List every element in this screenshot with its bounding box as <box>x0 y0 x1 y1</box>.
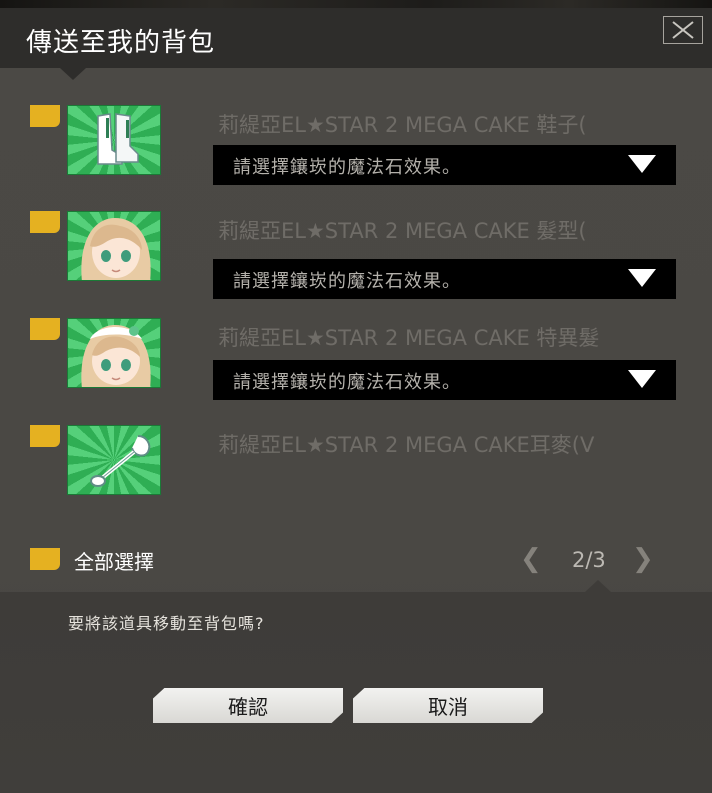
hairstyle-icon <box>67 211 161 281</box>
item-checkbox[interactable] <box>30 318 60 340</box>
confirm-button[interactable]: 確認 <box>153 688 343 723</box>
select-all-checkbox[interactable] <box>30 548 60 570</box>
boots-icon <box>67 105 161 175</box>
cancel-button[interactable]: 取消 <box>353 688 543 723</box>
magic-stone-select[interactable]: 請選擇鑲崁的魔法石效果。 <box>213 259 676 299</box>
prev-page-icon[interactable]: ❮ <box>520 544 542 574</box>
select-placeholder: 請選擇鑲崁的魔法石效果。 <box>233 372 461 393</box>
item-name: 莉緹亞EL★STAR 2 MEGA CAKE 髮型( <box>218 219 587 243</box>
close-icon <box>672 21 694 39</box>
pagination: ❮ 2/3 ❯ <box>520 544 670 574</box>
list-item: 莉緹亞EL★STAR 2 MEGA CAKE耳麥(V <box>0 425 712 515</box>
dropdown-arrow-icon <box>628 155 656 173</box>
dropdown-arrow-icon <box>628 269 656 287</box>
dropdown-arrow-icon <box>628 370 656 388</box>
confirm-panel: 要將該道具移動至背包嗎? 確認 取消 <box>0 592 712 793</box>
list-item: 莉緹亞EL★STAR 2 MEGA CAKE 特異髮 請選擇鑲崁的魔法石效果。 <box>0 318 712 408</box>
send-to-backpack-dialog: 傳送至我的背包 莉緹亞EL★STAR 2 MEGA CAKE 鞋子( 請選擇鑲崁… <box>0 8 712 793</box>
close-button[interactable] <box>663 16 703 44</box>
magic-stone-select[interactable]: 請選擇鑲崁的魔法石效果。 <box>213 360 676 400</box>
select-placeholder: 請選擇鑲崁的魔法石效果。 <box>233 157 461 178</box>
item-checkbox[interactable] <box>30 105 60 127</box>
list-item: 莉緹亞EL★STAR 2 MEGA CAKE 髮型( 請選擇鑲崁的魔法石效果。 <box>0 211 712 301</box>
title-bar: 傳送至我的背包 <box>0 8 712 68</box>
item-name: 莉緹亞EL★STAR 2 MEGA CAKE耳麥(V <box>218 433 595 457</box>
dialog-title: 傳送至我的背包 <box>26 28 216 58</box>
next-page-icon[interactable]: ❯ <box>632 544 654 574</box>
item-name: 莉緹亞EL★STAR 2 MEGA CAKE 特異髮 <box>218 326 600 350</box>
confirm-question: 要將該道具移動至背包嗎? <box>68 614 265 633</box>
section-notch <box>585 580 611 592</box>
item-name: 莉緹亞EL★STAR 2 MEGA CAKE 鞋子( <box>218 113 587 137</box>
headset-icon <box>67 425 161 495</box>
magic-stone-select[interactable]: 請選擇鑲崁的魔法石效果。 <box>213 145 676 185</box>
list-item: 莉緹亞EL★STAR 2 MEGA CAKE 鞋子( 請選擇鑲崁的魔法石效果。 <box>0 105 712 195</box>
item-checkbox[interactable] <box>30 425 60 447</box>
select-all-label: 全部選擇 <box>74 550 154 574</box>
item-checkbox[interactable] <box>30 211 60 233</box>
title-notch <box>60 68 86 80</box>
select-placeholder: 請選擇鑲崁的魔法石效果。 <box>233 271 461 292</box>
page-indicator: 2/3 <box>572 548 606 572</box>
special-hair-icon <box>67 318 161 388</box>
